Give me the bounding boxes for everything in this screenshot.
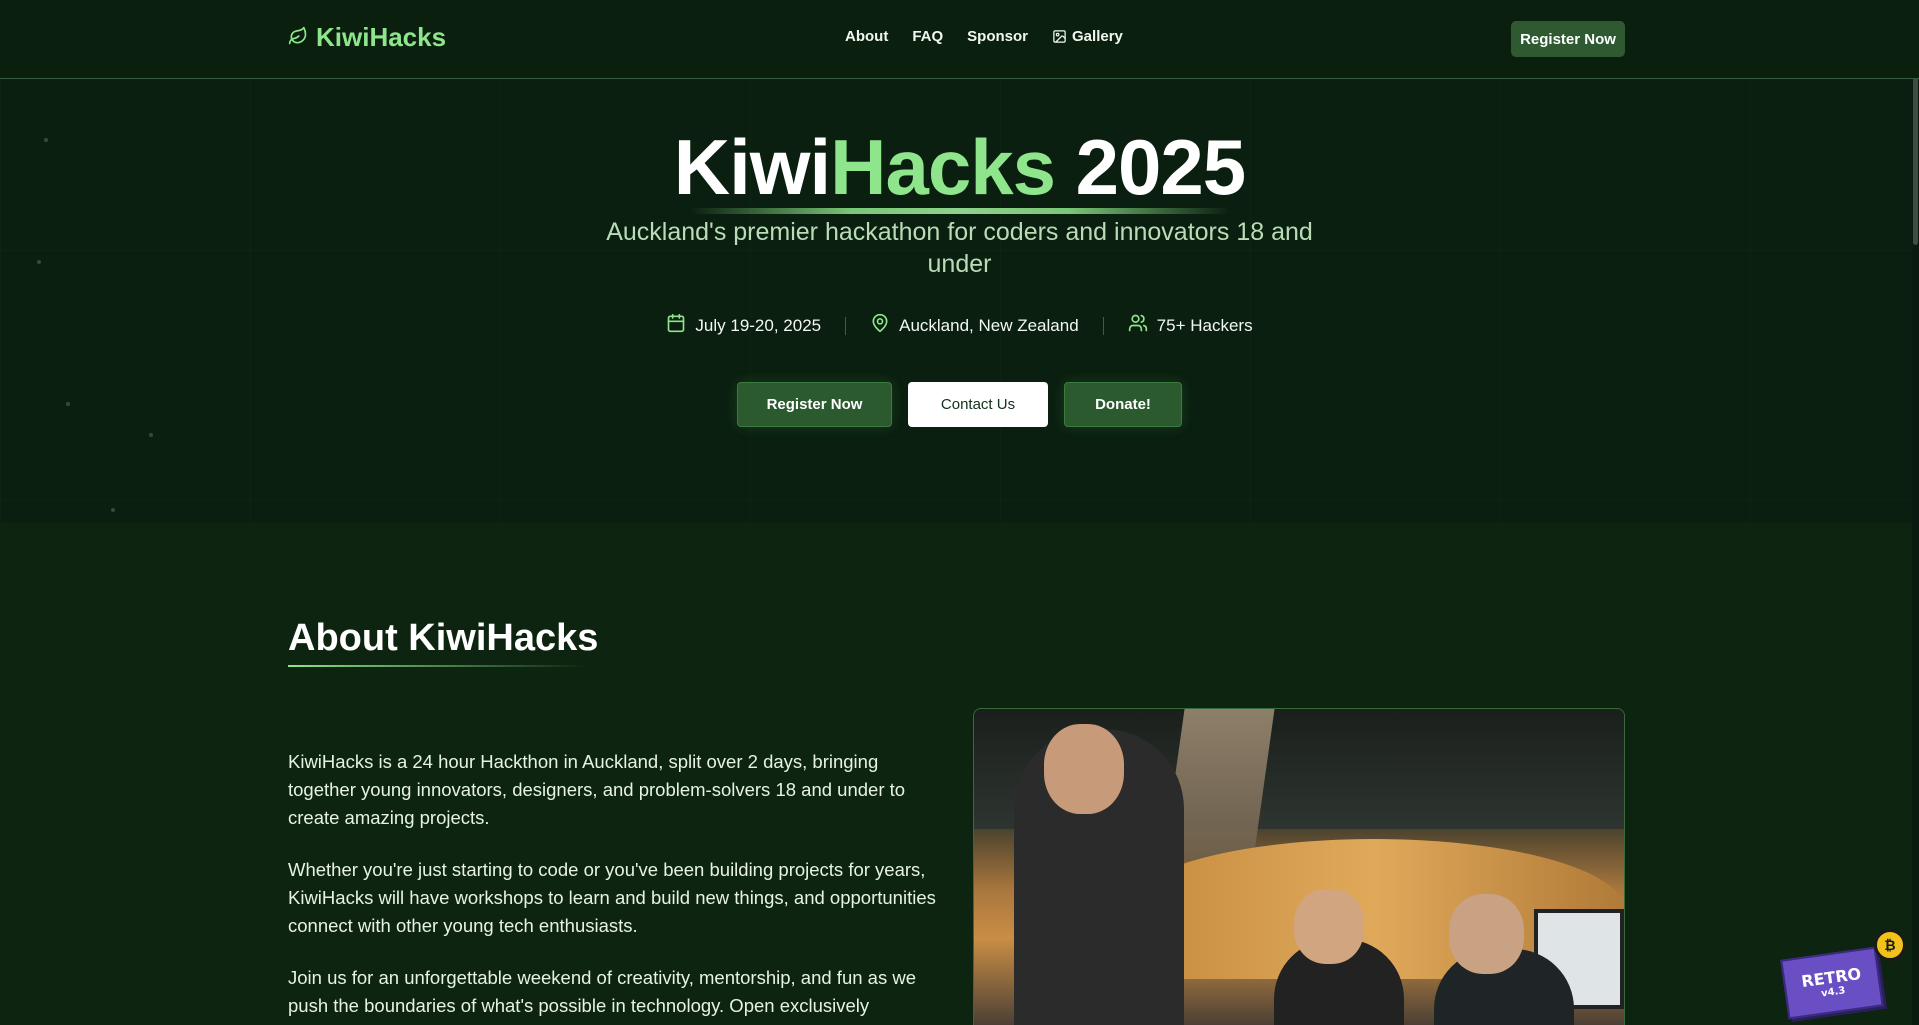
about-title: About KiwiHacks <box>288 617 599 659</box>
nav-links: About FAQ Sponsor Gallery <box>845 28 1123 45</box>
hero-buttons: Register Now Contact Us Donate! <box>0 382 1919 427</box>
meta-location: Auckland, New Zealand <box>846 313 1103 338</box>
photo-person-head <box>1449 894 1524 974</box>
contact-button[interactable]: Contact Us <box>908 382 1048 427</box>
nav-link-sponsor[interactable]: Sponsor <box>967 28 1028 45</box>
nav-link-about[interactable]: About <box>845 28 888 45</box>
hero-title-part1: Kiwi <box>673 123 831 211</box>
nav-link-gallery[interactable]: Gallery <box>1052 28 1123 45</box>
photo-person-head <box>1294 889 1364 964</box>
logo-text: KiwiHacks <box>316 22 447 52</box>
about-paragraph: Join us for an unforgettable weekend of … <box>288 967 916 1016</box>
nav-link-gallery-label: Gallery <box>1072 28 1123 45</box>
users-icon <box>1128 313 1148 338</box>
nav-link-faq[interactable]: FAQ <box>912 28 943 45</box>
navbar: KiwiHacks About FAQ Sponsor Gallery Regi… <box>0 0 1919 79</box>
retro-badge-version: v4.3 <box>1820 985 1847 1000</box>
calendar-icon <box>666 313 686 338</box>
about-paragraph: Whether you're just starting to code or … <box>288 859 936 936</box>
register-button[interactable]: Register Now <box>737 382 892 427</box>
meta-location-text: Auckland, New Zealand <box>899 315 1079 335</box>
hero-title-underline <box>690 208 1230 214</box>
photo-person-head <box>1044 724 1124 814</box>
hero-subtitle: Auckland's premier hackathon for coders … <box>606 218 1313 278</box>
donate-button[interactable]: Donate! <box>1064 382 1182 427</box>
coin-icon[interactable]: ₿ <box>1874 929 1906 961</box>
about-title-underline <box>288 665 588 667</box>
image-icon <box>1052 29 1067 44</box>
hero-title-accent: Hacks <box>830 123 1056 211</box>
hero-section: KiwiHacks 2025 Auckland's premier hackat… <box>0 80 1919 520</box>
about-section: About KiwiHacks KiwiHacks is a 24 hour H… <box>0 523 1919 1025</box>
logo[interactable]: KiwiHacks <box>288 22 446 53</box>
hero-title-year: 2025 <box>1055 123 1247 211</box>
meta-date-text: July 19-20, 2025 <box>695 315 822 335</box>
meta-date: July 19-20, 2025 <box>642 313 845 338</box>
map-pin-icon <box>870 313 890 338</box>
about-paragraph: KiwiHacks is a 24 hour Hackthon in Auckl… <box>288 751 906 828</box>
leaf-icon <box>288 22 308 53</box>
hero-meta: July 19-20, 2025 Auckland, New Zealand 7… <box>0 313 1919 338</box>
about-photo <box>973 708 1625 1025</box>
meta-hackers: 75+ Hackers <box>1104 313 1277 338</box>
meta-hackers-text: 75+ Hackers <box>1156 315 1253 335</box>
nav-register-button[interactable]: Register Now <box>1511 21 1625 57</box>
hero-title: KiwiHacks 2025 <box>0 122 1919 213</box>
about-text: KiwiHacks is a 24 hour Hackthon in Auckl… <box>288 748 938 1025</box>
